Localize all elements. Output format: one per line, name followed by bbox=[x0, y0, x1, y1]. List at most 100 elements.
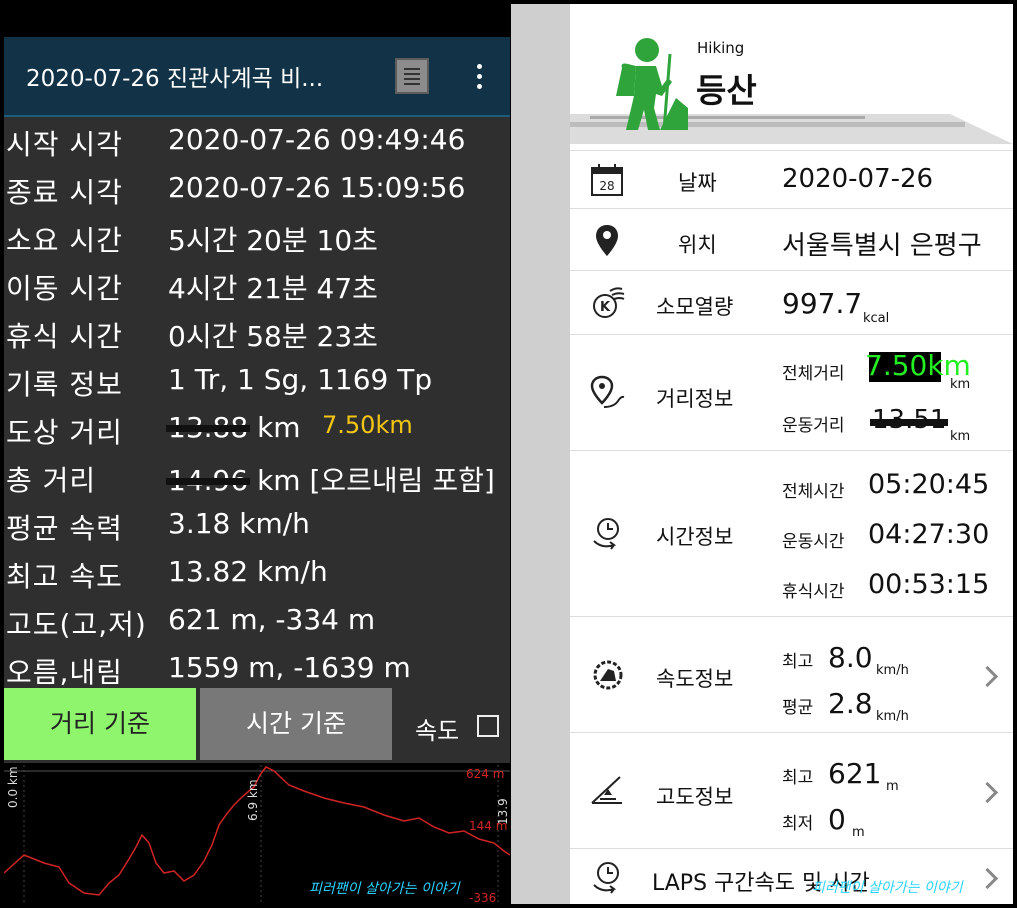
distance-basis-button[interactable]: 거리 기준 bbox=[4, 688, 196, 760]
row-value: 1559 m, -1639 m bbox=[168, 651, 411, 684]
speed-label: 속도정보 bbox=[656, 667, 734, 691]
row-value: 13.82 km/h bbox=[168, 555, 328, 588]
date-value: 2020-07-26 bbox=[782, 164, 934, 194]
time-label: 시간정보 bbox=[656, 525, 734, 549]
speed-section[interactable]: 속도정보 최고 8.0 km/h 평균 2.8 km/h bbox=[570, 616, 1013, 733]
row-label: 이동 시간 bbox=[6, 272, 123, 305]
row-value: 621 m, -334 m bbox=[168, 603, 376, 636]
altitude-section[interactable]: 고도정보 최고 621 m 최저 0 m bbox=[570, 732, 1013, 849]
row-start-time: 시작 시각 2020-07-26 09:49:46 bbox=[4, 119, 510, 165]
row-total-distance: 총 거리 14.96 km [오르내림 포함] bbox=[4, 455, 510, 501]
row-label: 최고 속도 bbox=[6, 560, 123, 593]
row-avg-speed: 평균 속력 3.18 km/h bbox=[4, 503, 510, 549]
distance-label: 거리정보 bbox=[656, 387, 734, 411]
row-label: 종료 시각 bbox=[6, 176, 123, 209]
clock-icon bbox=[593, 518, 619, 550]
max-altitude-value: 621 bbox=[828, 757, 882, 790]
row-record-info: 기록 정보 1 Tr, 1 Sg, 1169 Tp bbox=[4, 359, 510, 405]
total-distance-unit: km bbox=[950, 377, 971, 392]
elevation-chart: 0.0 km 6.9 km 13.9 km 624 m 144 m -336 m… bbox=[4, 763, 510, 904]
min-altitude-label: 최저 bbox=[782, 814, 814, 834]
avg-speed-label: 평균 bbox=[782, 698, 814, 718]
max-speed-label: 최고 bbox=[782, 652, 814, 672]
struck-value: 14.96 bbox=[168, 464, 249, 497]
activity-type-title: 등산 bbox=[696, 71, 757, 110]
row-label: 도상 거리 bbox=[6, 416, 123, 449]
left-app-panel: 2020-07-26 진관사계곡 비... 시작 시각 2020-07-26 0… bbox=[4, 37, 510, 904]
location-value: 서울특별시 은평구 bbox=[782, 231, 982, 261]
calendar-icon: 28 bbox=[591, 164, 623, 196]
max-speed-value: 8.0 bbox=[828, 641, 873, 674]
max-speed-unit: km/h bbox=[876, 663, 909, 678]
altitude-label: 고도정보 bbox=[656, 785, 734, 809]
total-time-label: 전체시간 bbox=[782, 482, 845, 502]
y-tick-label: 144 m bbox=[469, 819, 508, 833]
struck-value: 13.88 bbox=[168, 411, 249, 444]
min-altitude-unit: m bbox=[852, 825, 865, 840]
moving-distance-unit: km bbox=[950, 429, 971, 444]
row-duration: 소요 시간 5시간 20분 10초 bbox=[4, 215, 510, 261]
max-altitude-label: 최고 bbox=[782, 768, 814, 788]
time-basis-button[interactable]: 시간 기준 bbox=[200, 688, 392, 760]
chevron-right-icon[interactable] bbox=[976, 781, 999, 804]
row-moving-time: 이동 시간 4시간 21분 47초 bbox=[4, 263, 510, 309]
track-title: 2020-07-26 진관사계곡 비... bbox=[26, 66, 324, 92]
x-tick-label: 6.9 km bbox=[246, 779, 260, 821]
laps-section[interactable]: LAPS 구간속도 및 시간 피러팬이 살아가는 이야기 bbox=[570, 848, 1013, 904]
date-label: 날짜 bbox=[678, 171, 717, 195]
distance-section: 거리정보 전체거리 7.50km km 운동거리 13.51 km bbox=[570, 334, 1013, 451]
row-map-distance: 도상 거리 13.88 km 7.50km bbox=[4, 407, 510, 453]
hiker-icon bbox=[616, 38, 688, 130]
total-time-value: 05:20:45 bbox=[868, 469, 990, 500]
more-options-icon[interactable] bbox=[472, 63, 486, 91]
rest-time-label: 휴식시간 bbox=[782, 582, 845, 602]
moving-distance-label: 운동거리 bbox=[782, 416, 845, 436]
x-tick-label: 0.0 km bbox=[6, 766, 20, 808]
calories-label: 소모열량 bbox=[656, 295, 734, 319]
moving-time-value: 04:27:30 bbox=[868, 519, 990, 550]
calories-unit: kcal bbox=[863, 311, 890, 326]
row-end-time: 종료 시각 2020-07-26 15:09:56 bbox=[4, 167, 510, 213]
row-value: 2020-07-26 15:09:56 bbox=[168, 171, 466, 204]
rest-time-value: 00:53:15 bbox=[868, 569, 990, 600]
row-label: 평균 속력 bbox=[6, 512, 123, 545]
row-label: 시작 시각 bbox=[6, 128, 123, 161]
speed-label: 속도 bbox=[415, 717, 460, 745]
row-value: 4시간 21분 47초 bbox=[168, 272, 378, 305]
row-label: 기록 정보 bbox=[6, 368, 123, 401]
row-value: 3.18 km/h bbox=[168, 507, 310, 540]
row-value: 2020-07-26 09:49:46 bbox=[168, 123, 466, 156]
app-bar: 2020-07-26 진관사계곡 비... bbox=[4, 37, 510, 117]
lap-clock-icon bbox=[593, 862, 619, 894]
y-tick-label: 624 m bbox=[466, 767, 505, 781]
row-label: 오름,내림 bbox=[6, 656, 123, 689]
row-label: 총 거리 bbox=[6, 464, 97, 497]
row-ascent-descent: 오름,내림 1559 m, -1639 m bbox=[4, 647, 510, 693]
gray-margin bbox=[511, 4, 570, 904]
location-section: 위치 서울특별시 은평구 bbox=[570, 208, 1013, 271]
chevron-right-icon[interactable] bbox=[976, 665, 999, 688]
row-value: 5시간 20분 10초 bbox=[168, 224, 378, 257]
chevron-right-icon[interactable] bbox=[976, 867, 999, 890]
activity-type-english: Hiking bbox=[697, 39, 745, 57]
calories-value: 997.7 bbox=[782, 287, 863, 320]
speedometer-icon bbox=[593, 660, 623, 690]
altitude-slope-icon bbox=[591, 776, 622, 804]
location-label: 위치 bbox=[678, 233, 717, 257]
watermark: 피러팬이 살아가는 이야기 bbox=[812, 880, 963, 896]
row-unit: km [오르내림 포함] bbox=[248, 464, 495, 497]
list-view-button[interactable] bbox=[395, 58, 429, 94]
speed-checkbox[interactable] bbox=[477, 715, 499, 737]
right-app-panel: Hiking 등산 28 날짜 2020-07-26 위치 서울특별시 은평구 bbox=[511, 4, 1013, 904]
row-value: 0시간 58분 23초 bbox=[168, 320, 378, 353]
route-pin-icon bbox=[590, 375, 625, 408]
avg-speed-value: 2.8 bbox=[828, 687, 873, 720]
row-value: 13.88 km bbox=[168, 411, 301, 444]
svg-text:K: K bbox=[600, 300, 611, 315]
row-max-speed: 최고 속도 13.82 km/h bbox=[4, 551, 510, 597]
avg-speed-unit: km/h bbox=[876, 709, 909, 724]
time-section: 시간정보 전체시간 05:20:45 운동시간 04:27:30 휴식시간 00… bbox=[570, 450, 1013, 617]
watermark: 피러팬이 살아가는 이야기 bbox=[309, 881, 460, 897]
row-value: 1 Tr, 1 Sg, 1169 Tp bbox=[168, 363, 433, 396]
moving-distance-value: 13.51 bbox=[869, 405, 949, 435]
